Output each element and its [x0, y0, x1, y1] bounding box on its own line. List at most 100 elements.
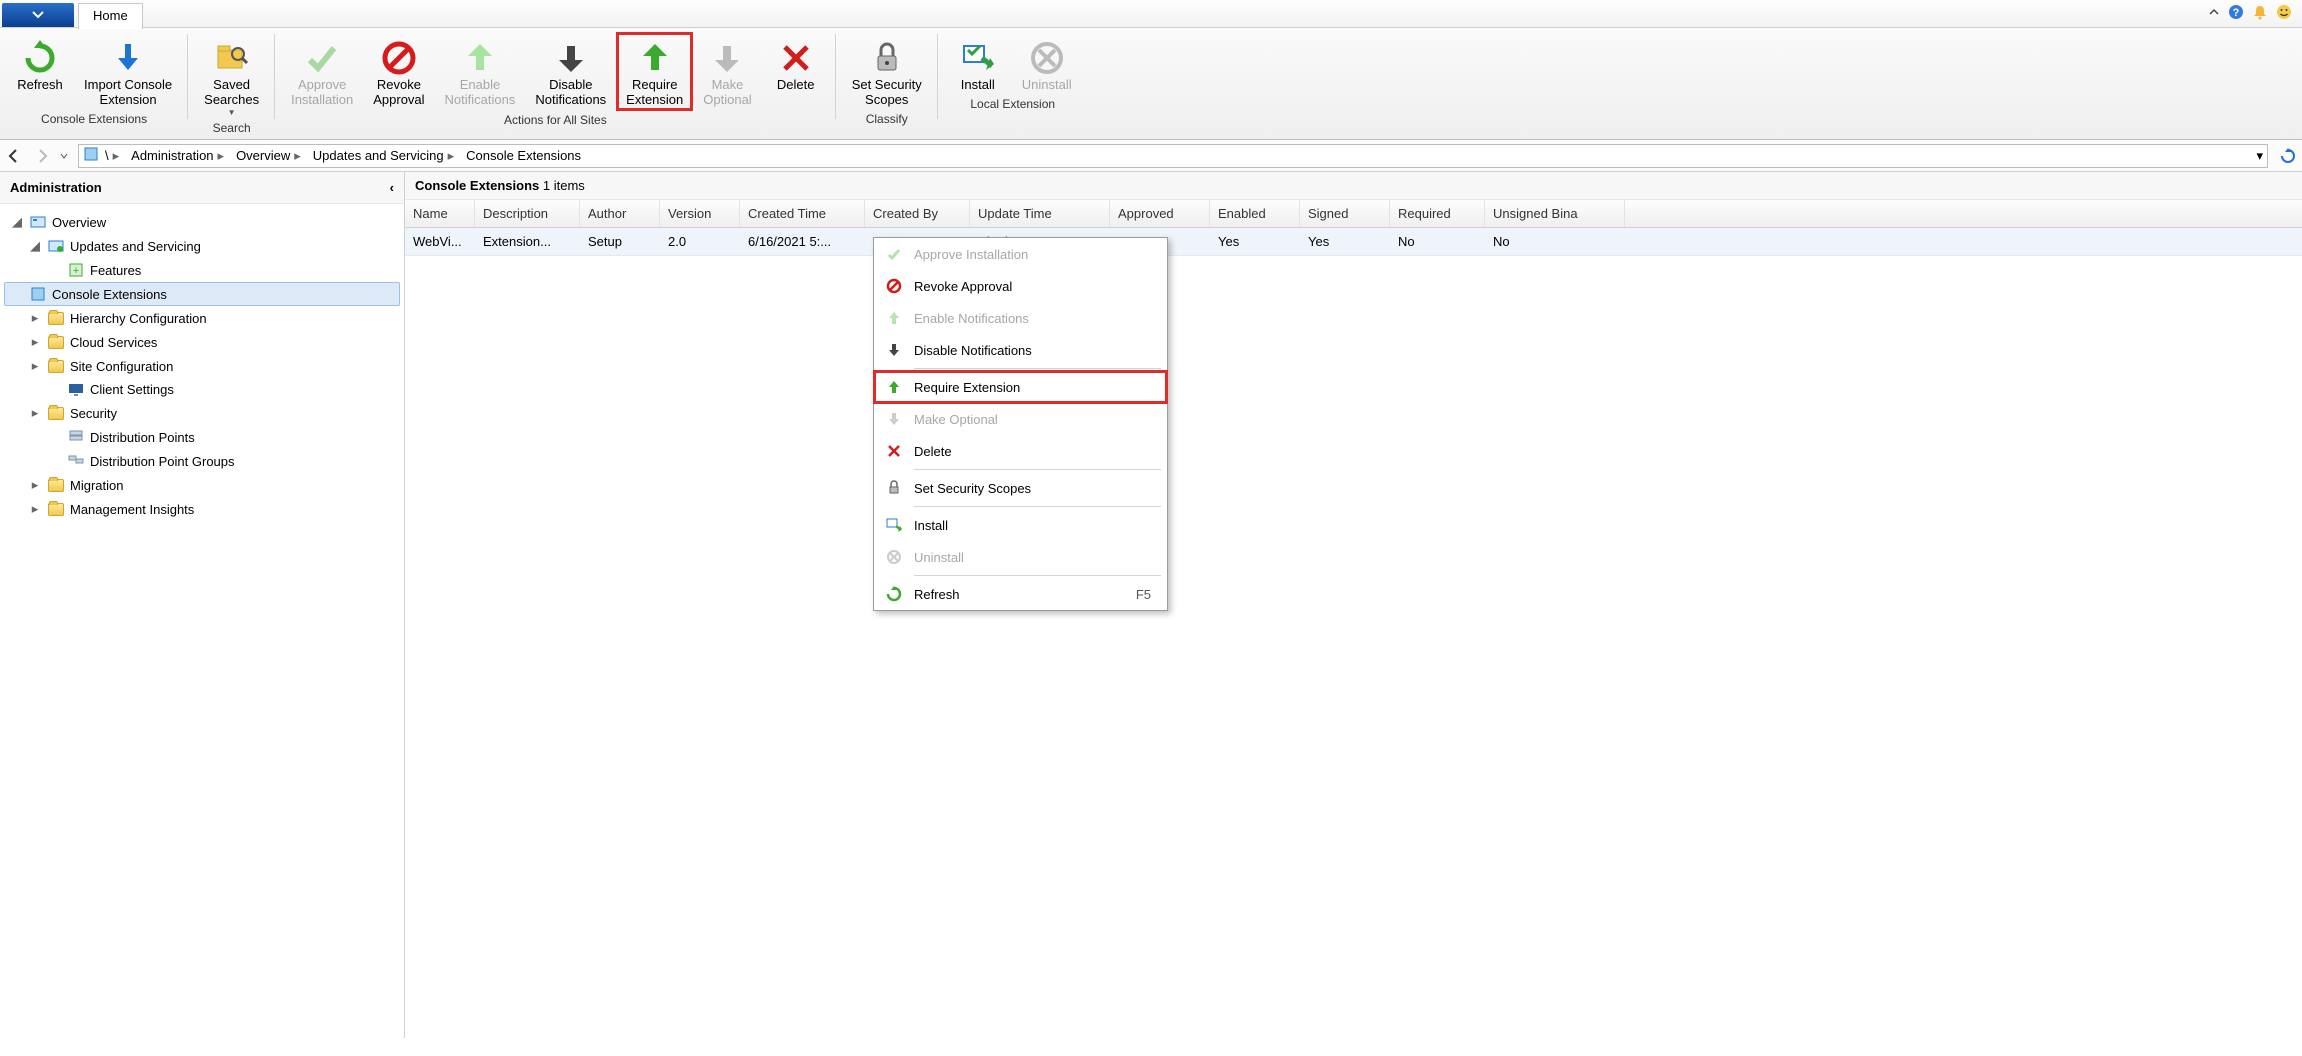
group-classify-label: Classify [866, 110, 908, 130]
cell-author: Setup [580, 228, 660, 255]
saved-searches-icon [212, 38, 252, 78]
table-row[interactable]: WebVi... Extension... Setup 2.0 6/16/202… [405, 228, 2302, 256]
grid-header[interactable]: Name Description Author Version Created … [405, 200, 2302, 228]
group-console-ext-label: Console Extensions [41, 110, 147, 130]
ctx-delete[interactable]: Delete [874, 435, 1167, 467]
col-update-time[interactable]: Update Time [970, 200, 1110, 227]
ctx-refresh-shortcut: F5 [1136, 587, 1157, 602]
app-menu-button[interactable] [2, 3, 74, 27]
breadcrumb-bar: \▸ Administration▸ Overview▸ Updates and… [0, 140, 2302, 172]
set-security-scopes-button[interactable]: Set Security Scopes [842, 32, 932, 110]
refresh-icon [20, 38, 60, 78]
refresh-label: Refresh [17, 78, 63, 93]
tree-updates[interactable]: ◢Updates and Servicing [4, 234, 400, 258]
ctx-revoke-approval[interactable]: Revoke Approval [874, 270, 1167, 302]
approve-installation-button: Approve Installation [281, 32, 363, 111]
cell-created: 6/16/2021 5:... [740, 228, 865, 255]
server-icon [68, 429, 84, 445]
col-created-time[interactable]: Created Time [740, 200, 865, 227]
breadcrumb-dropdown-icon[interactable]: ▾ [2256, 148, 2263, 164]
folder-icon [48, 360, 64, 373]
install-label: Install [961, 78, 995, 93]
tree-overview[interactable]: ◢Overview [4, 210, 400, 234]
dropdown-arrow-icon: ▼ [228, 108, 236, 117]
collapse-ribbon-icon[interactable] [2208, 6, 2220, 21]
refresh-icon [884, 584, 904, 604]
tree-distribution-point-groups[interactable]: Distribution Point Groups [4, 449, 400, 473]
help-icon[interactable]: ? [2228, 4, 2244, 23]
bell-icon[interactable] [2252, 4, 2268, 23]
tree-hierarchy[interactable]: ▸Hierarchy Configuration [4, 306, 400, 330]
refresh-button[interactable]: Refresh [6, 32, 74, 110]
col-enabled[interactable]: Enabled [1210, 200, 1300, 227]
import-extension-button[interactable]: Import Console Extension [74, 32, 182, 110]
breadcrumb-root[interactable]: \▸ [99, 148, 125, 164]
saved-searches-label: Saved Searches [204, 78, 259, 108]
lock-icon [884, 478, 904, 498]
tree-distribution-points[interactable]: Distribution Points [4, 425, 400, 449]
col-description[interactable]: Description [475, 200, 580, 227]
disable-notifications-button[interactable]: Disable Notifications [525, 32, 616, 111]
delete-label: Delete [777, 78, 815, 93]
cell-name: WebVi... [405, 228, 475, 255]
tree-cloud[interactable]: ▸Cloud Services [4, 330, 400, 354]
tab-home[interactable]: Home [78, 3, 143, 29]
group-actions-label: Actions for All Sites [504, 111, 607, 131]
tree-features[interactable]: +Features [4, 258, 400, 282]
require-extension-button[interactable]: Require Extension [616, 32, 693, 111]
breadcrumb[interactable]: \▸ Administration▸ Overview▸ Updates and… [78, 144, 2268, 168]
sec-scopes-label: Set Security Scopes [852, 78, 922, 108]
col-version[interactable]: Version [660, 200, 740, 227]
refresh-nav-button[interactable] [2274, 143, 2302, 169]
breadcrumb-updates[interactable]: Updates and Servicing▸ [307, 148, 460, 164]
forward-button [28, 143, 56, 169]
install-icon [884, 515, 904, 535]
ribbon: Refresh Import Console Extension Console… [0, 28, 2302, 140]
tree-security[interactable]: ▸Security [4, 401, 400, 425]
ctx-require-extension[interactable]: Require Extension [874, 371, 1167, 403]
uninstall-label: Uninstall [1022, 78, 1072, 93]
delete-button[interactable]: Delete [762, 32, 830, 111]
col-created-by[interactable]: Created By [865, 200, 970, 227]
saved-searches-button[interactable]: Saved Searches ▼ [194, 32, 269, 119]
enable-notif-label: Enable Notifications [445, 78, 516, 108]
cell-signed: Yes [1300, 228, 1390, 255]
tree-console-extensions[interactable]: Console Extensions [4, 282, 400, 306]
ctx-refresh[interactable]: RefreshF5 [874, 578, 1167, 610]
monitor-icon [68, 383, 84, 397]
back-button[interactable] [0, 143, 28, 169]
arrow-up-green-icon [460, 38, 500, 78]
col-name[interactable]: Name [405, 200, 475, 227]
col-required[interactable]: Required [1390, 200, 1485, 227]
breadcrumb-overview[interactable]: Overview▸ [230, 148, 307, 164]
breadcrumb-console-ext[interactable]: Console Extensions [460, 148, 587, 163]
smiley-icon[interactable] [2276, 4, 2292, 23]
lock-icon [867, 38, 907, 78]
ctx-install[interactable]: Install [874, 509, 1167, 541]
data-grid[interactable]: Name Description Author Version Created … [405, 200, 2302, 256]
tree-siteconf[interactable]: ▸Site Configuration [4, 354, 400, 378]
folder-icon [48, 312, 64, 325]
prohibit-icon [884, 276, 904, 296]
history-dropdown[interactable] [56, 143, 72, 169]
arrow-up-green-solid-icon [635, 38, 675, 78]
import-icon [108, 38, 148, 78]
tree-migration[interactable]: ▸Migration [4, 473, 400, 497]
col-author[interactable]: Author [580, 200, 660, 227]
install-button[interactable]: Install [944, 32, 1012, 95]
content-area: Console Extensions 1 items Name Descript… [405, 172, 2302, 1038]
col-unsigned[interactable]: Unsigned Bina [1485, 200, 1625, 227]
collapse-sidebar-icon[interactable]: ‹ [390, 180, 394, 195]
ctx-set-security-scopes[interactable]: Set Security Scopes [874, 472, 1167, 504]
breadcrumb-admin[interactable]: Administration▸ [125, 148, 230, 164]
tree-management-insights[interactable]: ▸Management Insights [4, 497, 400, 521]
col-approved[interactable]: Approved [1110, 200, 1210, 227]
require-ext-label: Require Extension [626, 78, 683, 108]
revoke-approval-button[interactable]: Revoke Approval [363, 32, 434, 111]
install-icon [958, 38, 998, 78]
server-group-icon [68, 453, 84, 469]
ctx-disable-notifications[interactable]: Disable Notifications [874, 334, 1167, 366]
col-signed[interactable]: Signed [1300, 200, 1390, 227]
ctx-uninstall: Uninstall [874, 541, 1167, 573]
tree-client-settings[interactable]: Client Settings [4, 378, 400, 401]
